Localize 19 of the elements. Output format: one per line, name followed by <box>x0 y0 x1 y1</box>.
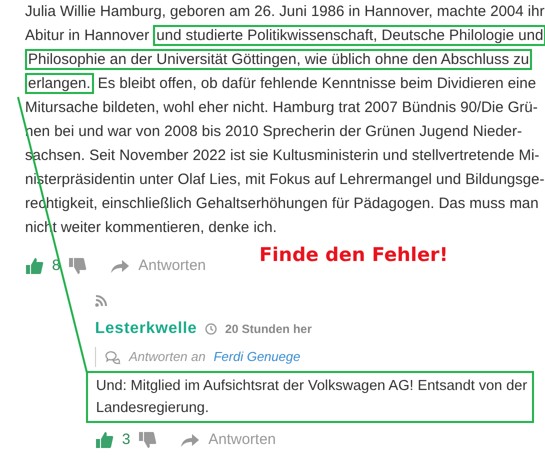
dislike-button[interactable] <box>138 430 158 449</box>
reply-to-link[interactable]: Ferdi Genuege <box>214 347 300 366</box>
reply-to-label: Antworten an <box>129 348 206 366</box>
thumbs-down-icon <box>138 430 158 449</box>
dislike-button[interactable] <box>68 257 88 276</box>
speech-bubbles-icon <box>105 350 121 364</box>
author-name[interactable]: Lesterkwelle <box>95 317 198 341</box>
rss-icon <box>95 294 107 307</box>
comment-time: 20 Stunden her <box>225 321 312 338</box>
like-button[interactable]: 3 <box>95 428 130 451</box>
reply-button[interactable]: Antworten <box>109 255 206 278</box>
clock-icon <box>205 323 218 335</box>
thumbs-up-icon <box>25 257 44 276</box>
annotation-text: Finde den Fehler! <box>259 243 448 268</box>
reply-arrow-icon <box>109 257 130 276</box>
reply-text: Und: Mitglied im Aufsichtsrat der Volkswagen AG! Entsandt von der Landesregierung. <box>86 370 534 422</box>
thumbs-up-icon <box>95 430 114 449</box>
thumbs-down-icon <box>68 257 88 276</box>
reply-button[interactable]: Antworten <box>179 428 276 451</box>
